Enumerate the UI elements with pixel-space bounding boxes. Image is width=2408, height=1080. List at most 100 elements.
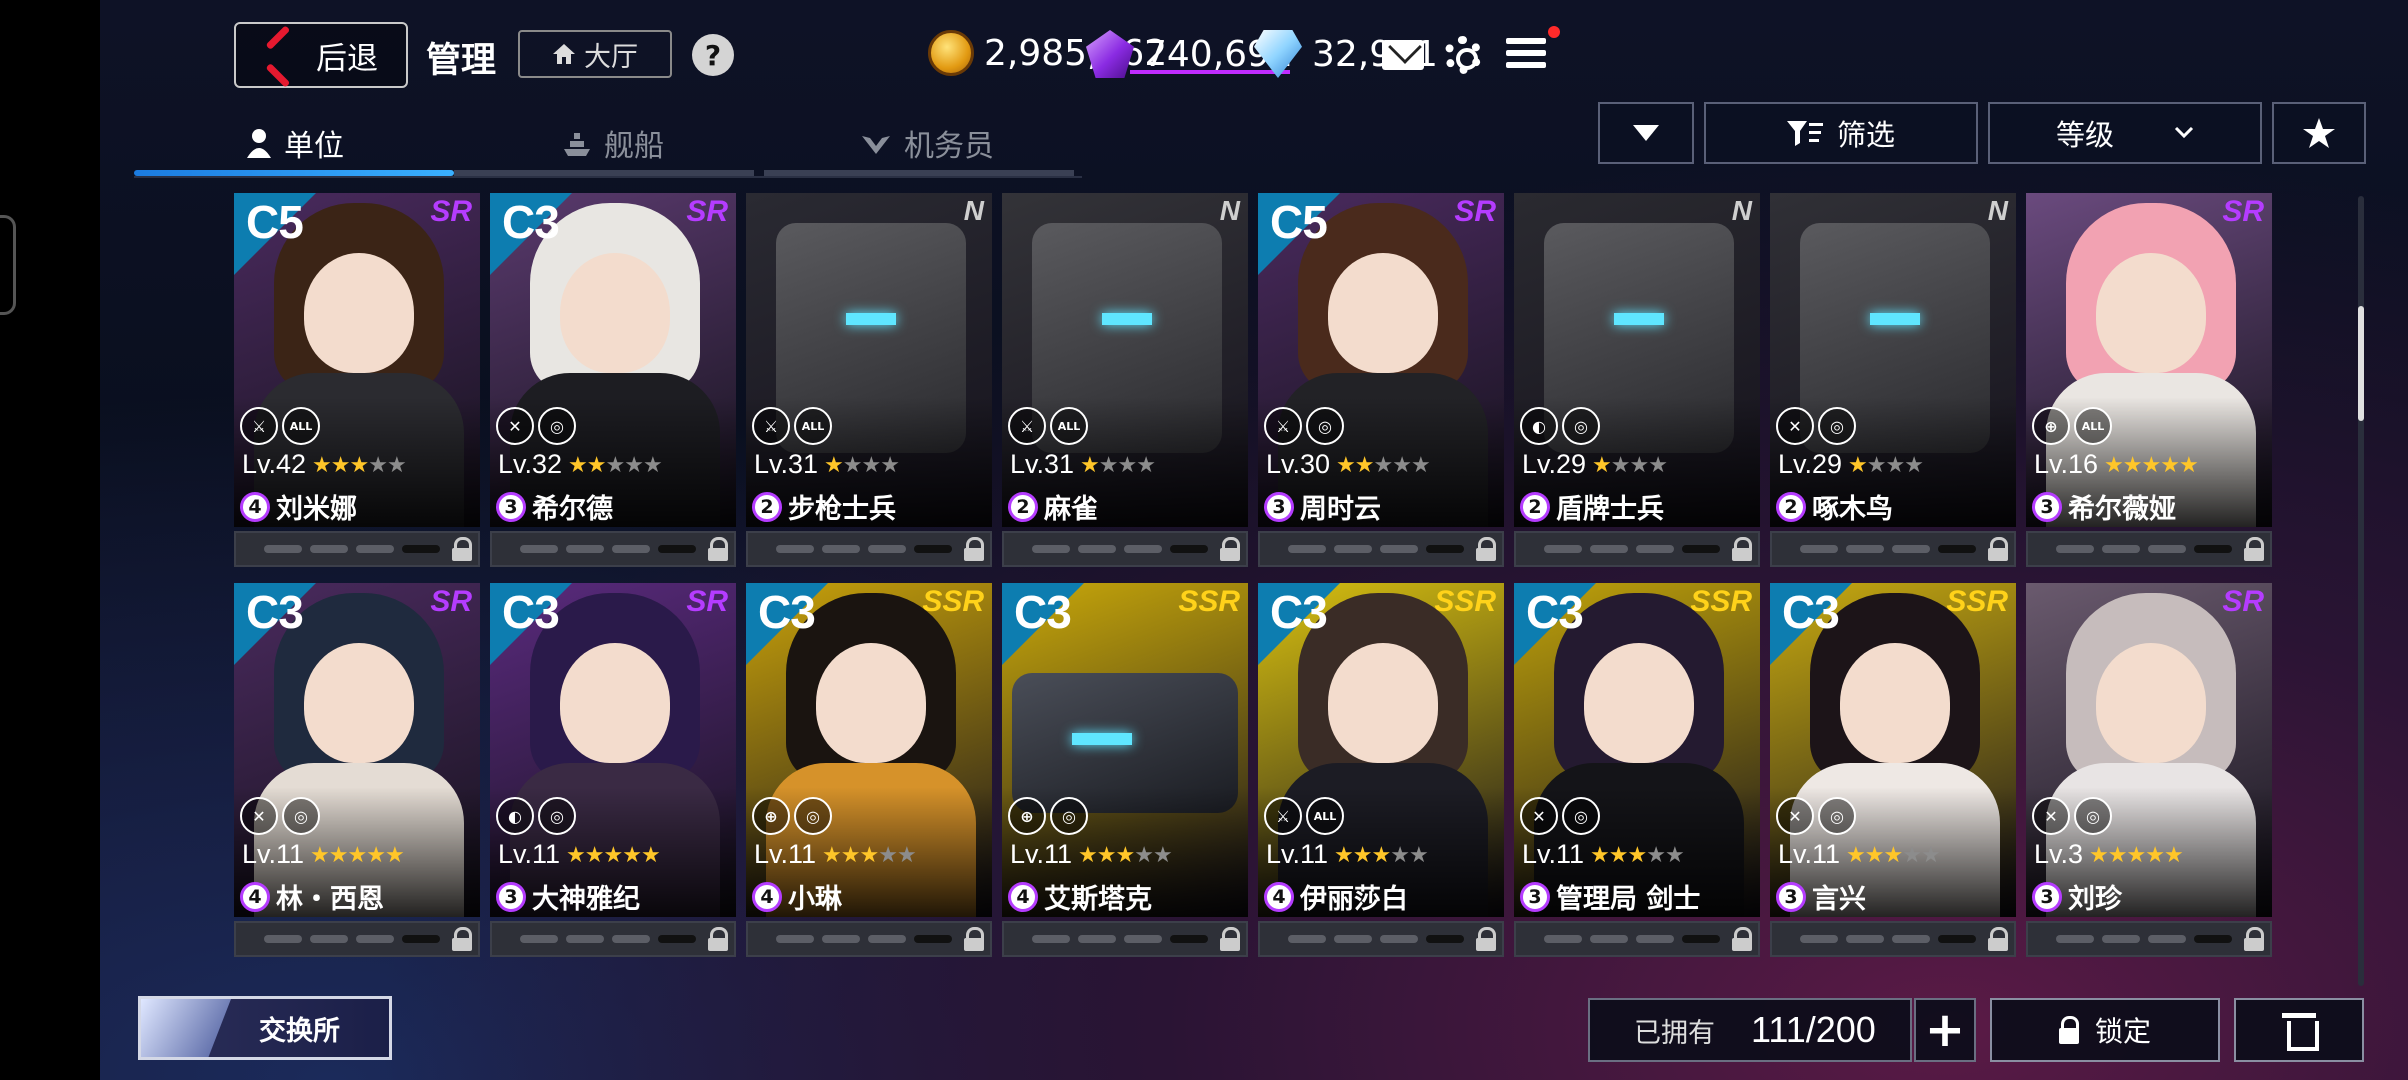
rarity-badge: SR bbox=[1454, 195, 1496, 228]
expand-capacity-button[interactable]: + bbox=[1914, 998, 1976, 1062]
star-rating: ★★★★★ bbox=[1334, 841, 1429, 868]
tab-pilots[interactable]: 机务员 bbox=[860, 110, 994, 176]
unit-card[interactable]: C3 SSR ⊕ ◎ Lv.11 ★★★★★ 4 小琳 bbox=[746, 583, 992, 958]
role-sw-icon: ✕ bbox=[1520, 797, 1558, 835]
lock-icon[interactable] bbox=[1732, 537, 1752, 561]
unit-level: Lv.42 bbox=[242, 449, 307, 479]
lock-icon[interactable] bbox=[2244, 927, 2264, 951]
unit-card[interactable]: SR ⊕ ALL Lv.16 ★★★★★ 3 希尔薇娅 bbox=[2026, 193, 2272, 568]
role-sw-icon: ✕ bbox=[1776, 797, 1814, 835]
equipment-slot bbox=[868, 545, 906, 553]
unit-name: 刘米娜 bbox=[276, 494, 357, 525]
star-icon: ★ bbox=[1846, 841, 1866, 867]
equipment-slot bbox=[658, 935, 696, 943]
mail-icon[interactable] bbox=[1382, 40, 1424, 70]
lock-button[interactable]: 锁定 bbox=[1990, 998, 2220, 1062]
unit-level: Lv.29 bbox=[1522, 449, 1587, 479]
tab-ships[interactable]: 舰船 bbox=[562, 110, 664, 176]
star-icon: ★ bbox=[1115, 841, 1136, 867]
page-title: 管理 bbox=[426, 41, 497, 81]
equipment-slot bbox=[264, 935, 302, 943]
lock-icon[interactable] bbox=[1476, 927, 1496, 951]
role-icons: ✕ ◎ bbox=[1776, 797, 1856, 835]
role-icons: ◐ ◎ bbox=[496, 797, 576, 835]
equipment-slot bbox=[1288, 935, 1326, 943]
gear-icon[interactable] bbox=[1444, 36, 1482, 74]
person-icon bbox=[247, 129, 271, 158]
sort-dropdown[interactable]: 等级 bbox=[1988, 102, 2262, 164]
scroll-thumb[interactable] bbox=[2358, 306, 2364, 421]
unit-card[interactable]: C3 SR ✕ ◎ Lv.32 ★★★★★ 3 希尔德 bbox=[490, 193, 736, 568]
unit-class: C3 bbox=[1014, 586, 1072, 638]
equipment-slot bbox=[1078, 935, 1116, 943]
unit-name-row: 3 希尔德 bbox=[496, 487, 613, 526]
unit-card[interactable]: SR ✕ ◎ Lv.3 ★★★★★ 3 刘珍 bbox=[2026, 583, 2272, 958]
lock-icon[interactable] bbox=[1220, 537, 1240, 561]
equipment-slot bbox=[1124, 935, 1162, 943]
equipment-slot bbox=[1682, 545, 1720, 553]
lock-icon[interactable] bbox=[964, 927, 984, 951]
lock-icon[interactable] bbox=[708, 537, 728, 561]
help-button[interactable]: ? bbox=[692, 34, 734, 76]
level-row: Lv.29 ★★★★ bbox=[1522, 449, 1668, 480]
role-tg-icon: ⊕ bbox=[752, 797, 790, 835]
deploy-cost: 4 bbox=[1008, 881, 1038, 912]
unit-card[interactable]: C3 SR ◐ ◎ Lv.11 ★★★★★ 3 大神雅纪 bbox=[490, 583, 736, 958]
lock-icon[interactable] bbox=[1988, 537, 2008, 561]
lock-icon[interactable] bbox=[964, 537, 984, 561]
favorite-button[interactable] bbox=[2272, 102, 2366, 164]
role-tg-icon: ⊕ bbox=[2032, 407, 2070, 445]
unit-card[interactable]: C5 SR ⚔ ALL Lv.42 ★★★★★ 4 刘米娜 bbox=[234, 193, 480, 568]
lock-icon[interactable] bbox=[452, 537, 472, 561]
unit-card[interactable]: C3 SSR ⊕ ◎ Lv.11 ★★★★★ 4 艾斯塔克 bbox=[1002, 583, 1248, 958]
unit-class: C3 bbox=[502, 586, 560, 638]
unit-card[interactable]: C5 SR ⚔ ◎ Lv.30 ★★★★★ 3 周时云 bbox=[1258, 193, 1504, 568]
level-row: Lv.31 ★★★★ bbox=[1010, 449, 1156, 480]
scrollbar[interactable] bbox=[2358, 196, 2364, 986]
star-icon: ★ bbox=[2122, 451, 2143, 477]
star-icon: ★ bbox=[384, 841, 405, 867]
unit-card[interactable]: C3 SR ✕ ◎ Lv.11 ★★★★★ 4 林・西恩 bbox=[234, 583, 480, 958]
equipment-slot bbox=[914, 545, 952, 553]
unit-card[interactable]: C3 SSR ✕ ◎ Lv.11 ★★★★★ 3 言兴 bbox=[1770, 583, 2016, 958]
collapse-button[interactable] bbox=[1598, 102, 1694, 164]
star-icon: ★ bbox=[605, 451, 626, 477]
lock-icon bbox=[2058, 1016, 2079, 1044]
equipment-slot bbox=[520, 935, 558, 943]
menu-icon[interactable] bbox=[1506, 38, 1546, 72]
lock-icon[interactable] bbox=[452, 927, 472, 951]
character-face bbox=[304, 643, 414, 763]
lock-icon[interactable] bbox=[1732, 927, 1752, 951]
lobby-button[interactable]: 大厅 bbox=[518, 30, 672, 78]
filter-button[interactable]: 筛选 bbox=[1704, 102, 1978, 164]
star-icon: ★ bbox=[2104, 451, 2124, 477]
unit-card[interactable]: C3 SSR ⚔ ALL Lv.11 ★★★★★ 4 伊丽莎白 bbox=[1258, 583, 1504, 958]
exchange-button[interactable]: 交换所 bbox=[138, 996, 392, 1060]
lock-icon[interactable] bbox=[2244, 537, 2264, 561]
unit-card[interactable]: N ⚔ ALL Lv.31 ★★★★ 2 步枪士兵 bbox=[746, 193, 992, 568]
back-button[interactable]: 后退 bbox=[234, 22, 408, 88]
level-row: Lv.31 ★★★★ bbox=[754, 449, 900, 480]
deploy-cost: 3 bbox=[1264, 491, 1294, 522]
star-rating: ★★★★ bbox=[1848, 452, 1924, 478]
unit-card[interactable]: N ◐ ◎ Lv.29 ★★★★ 2 盾牌士兵 bbox=[1514, 193, 1760, 568]
tab-units[interactable]: 单位 bbox=[246, 110, 344, 176]
deploy-cost: 2 bbox=[752, 491, 782, 522]
unit-card[interactable]: N ⚔ ALL Lv.31 ★★★★ 2 麻雀 bbox=[1002, 193, 1248, 568]
unit-card[interactable]: C3 SSR ✕ ◎ Lv.11 ★★★★★ 3 管理局 剑士 bbox=[1514, 583, 1760, 958]
lock-icon[interactable] bbox=[1988, 927, 2008, 951]
unit-name-row: 3 希尔薇娅 bbox=[2032, 487, 2176, 526]
unit-card[interactable]: N ✕ ◎ Lv.29 ★★★★ 2 啄木鸟 bbox=[1770, 193, 2016, 568]
unit-level: Lv.11 bbox=[1010, 839, 1073, 869]
star-rating: ★★★★★ bbox=[1846, 841, 1941, 868]
unit-name-row: 3 言兴 bbox=[1776, 877, 1866, 916]
unit-name-row: 4 刘米娜 bbox=[240, 487, 357, 526]
unit-level: Lv.31 bbox=[1010, 449, 1075, 479]
delete-button[interactable] bbox=[2234, 998, 2364, 1062]
lock-icon[interactable] bbox=[1220, 927, 1240, 951]
rarity-badge: SR bbox=[686, 585, 728, 618]
lock-icon[interactable] bbox=[708, 927, 728, 951]
star-icon: ★ bbox=[1352, 841, 1373, 867]
stage: 后退 管理 大厅 ? 2,985,562 740,692 32,911 单位 舰… bbox=[100, 0, 2408, 1080]
lock-icon[interactable] bbox=[1476, 537, 1496, 561]
